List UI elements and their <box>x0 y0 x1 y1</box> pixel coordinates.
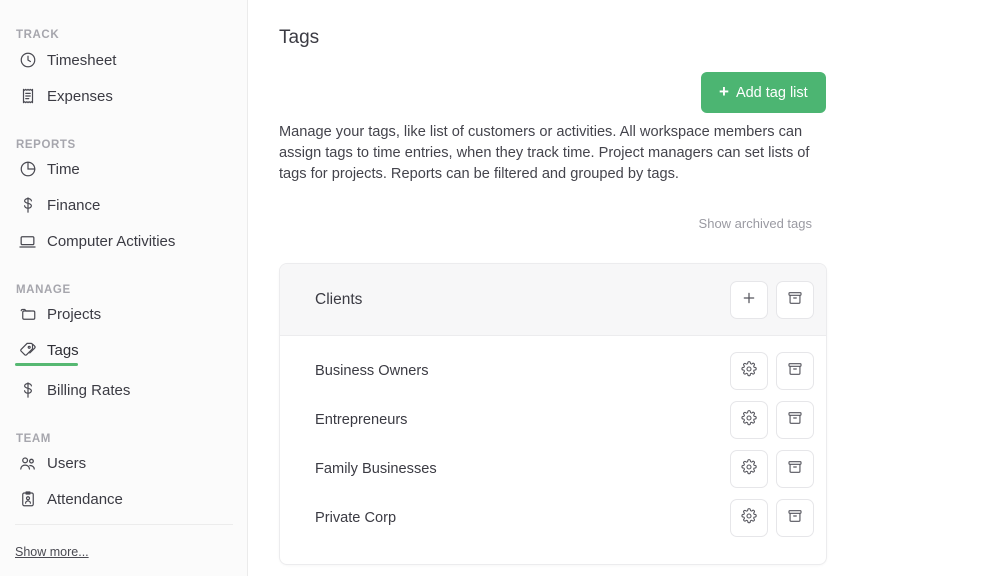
sidebar-item-projects[interactable]: Projects <box>0 299 248 329</box>
sidebar-item-label: Timesheet <box>47 51 117 69</box>
sidebar-divider <box>15 524 233 525</box>
sidebar-item-finance[interactable]: Finance <box>0 190 248 220</box>
sidebar-item-timesheet[interactable]: Timesheet <box>0 45 248 75</box>
tag-settings-button[interactable] <box>730 449 768 488</box>
pie-chart-icon <box>17 159 38 180</box>
sidebar-item-users[interactable]: Users <box>0 448 248 478</box>
tag-name: Family Businesses <box>315 460 437 477</box>
tag-name: Entrepreneurs <box>315 411 408 428</box>
clipboard-person-icon <box>17 489 38 510</box>
archive-tag-button[interactable] <box>776 449 814 488</box>
tag-name: Private Corp <box>315 509 397 526</box>
show-archived-tags-link[interactable]: Show archived tags <box>692 216 812 231</box>
plus-icon: + <box>719 82 729 101</box>
archive-icon <box>787 361 803 380</box>
table-row[interactable]: Private Corp <box>280 493 826 542</box>
tag-list-card: Clients Business Owners Entrepreneurs Fa… <box>279 263 827 565</box>
sidebar-item-label: Projects <box>47 305 102 323</box>
archive-tag-button[interactable] <box>776 498 814 537</box>
clock-icon <box>17 50 38 71</box>
sidebar-section-team: TEAM <box>16 433 51 445</box>
add-tag-list-button[interactable]: + Add tag list <box>701 72 826 113</box>
archive-icon <box>787 459 803 478</box>
tag-settings-button[interactable] <box>730 351 768 390</box>
tag-settings-button[interactable] <box>730 400 768 439</box>
tag-name: Business Owners <box>315 362 429 379</box>
table-row[interactable]: Family Businesses <box>280 444 826 493</box>
sidebar-item-tags[interactable]: Tags <box>0 335 248 365</box>
sidebar-item-label: Expenses <box>47 87 113 105</box>
sidebar-item-computer-activities[interactable]: Computer Activities <box>0 226 248 256</box>
gear-icon <box>741 508 757 527</box>
table-row[interactable]: Business Owners <box>280 346 826 395</box>
archive-icon <box>787 508 803 527</box>
app-root: TRACK Timesheet Expenses REPORTS Time Fi… <box>0 0 993 576</box>
dollar-icon <box>17 195 38 216</box>
receipt-icon <box>17 86 38 107</box>
sidebar-active-indicator <box>15 363 78 366</box>
tag-icon <box>17 340 38 361</box>
dollar-icon <box>17 380 38 401</box>
sidebar-item-label: Computer Activities <box>47 232 176 250</box>
tag-row-actions <box>730 449 814 488</box>
sidebar-item-label: Time <box>47 160 80 178</box>
gear-icon <box>741 410 757 429</box>
tag-list-header-actions <box>730 280 814 319</box>
sidebar-section-reports: REPORTS <box>16 139 76 151</box>
archive-icon <box>787 410 803 429</box>
sidebar-section-track: TRACK <box>16 29 60 41</box>
sidebar-item-label: Tags <box>47 341 79 359</box>
sidebar-item-label: Finance <box>47 196 101 214</box>
tag-row-actions <box>730 400 814 439</box>
laptop-icon <box>17 231 38 252</box>
tag-list-title: Clients <box>315 290 363 308</box>
page-title: Tags <box>279 27 320 48</box>
archive-tag-button[interactable] <box>776 351 814 390</box>
add-tag-button[interactable] <box>730 280 768 319</box>
page-description: Manage your tags, like list of customers… <box>279 124 810 182</box>
tag-list-card-header: Clients <box>280 264 826 336</box>
tag-settings-button[interactable] <box>730 498 768 537</box>
gear-icon <box>741 459 757 478</box>
sidebar-item-label: Billing Rates <box>47 381 131 399</box>
tag-list-body: Business Owners Entrepreneurs Family Bus… <box>280 336 826 564</box>
archive-icon <box>787 290 803 309</box>
add-tag-list-label: Add tag list <box>735 84 808 101</box>
main-content: Tags + Add tag list Manage your tags, li… <box>248 0 993 576</box>
sidebar-item-billing-rates[interactable]: Billing Rates <box>0 375 248 405</box>
table-row[interactable]: Entrepreneurs <box>280 395 826 444</box>
plus-icon <box>741 290 757 309</box>
folder-icon <box>17 304 38 325</box>
sidebar-item-expenses[interactable]: Expenses <box>0 81 248 111</box>
tag-row-actions <box>730 498 814 537</box>
archive-list-button[interactable] <box>776 280 814 319</box>
users-icon <box>17 453 38 474</box>
sidebar-item-label: Attendance <box>47 490 123 508</box>
sidebar: TRACK Timesheet Expenses REPORTS Time Fi… <box>0 0 248 576</box>
sidebar-item-label: Users <box>47 454 87 472</box>
sidebar-item-time[interactable]: Time <box>0 154 248 184</box>
archive-tag-button[interactable] <box>776 400 814 439</box>
sidebar-show-more-link[interactable]: Show more... <box>15 545 89 559</box>
tag-row-actions <box>730 351 814 390</box>
sidebar-section-manage: MANAGE <box>16 284 71 296</box>
gear-icon <box>741 361 757 380</box>
sidebar-item-attendance[interactable]: Attendance <box>0 484 248 514</box>
